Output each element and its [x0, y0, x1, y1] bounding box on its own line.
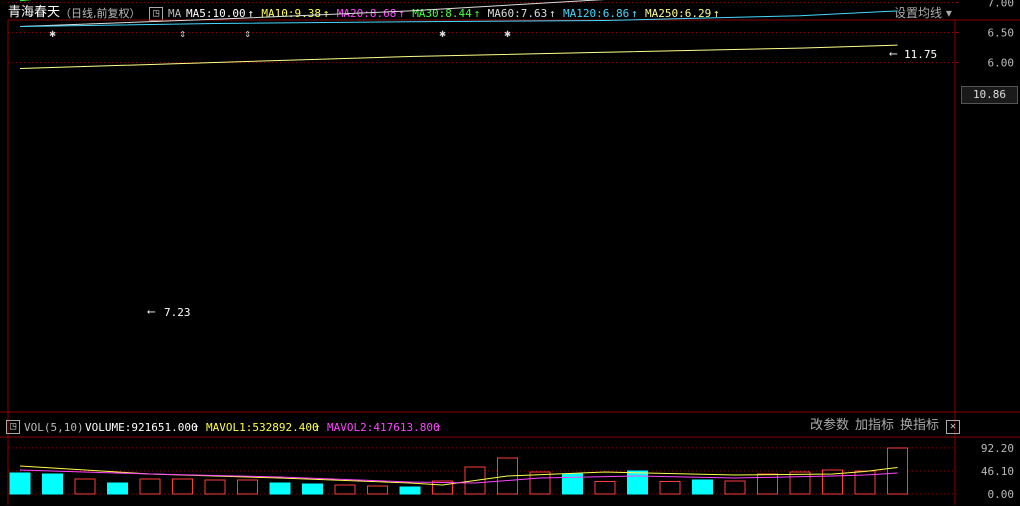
volume-bar — [692, 479, 713, 495]
mavol2-up-icon: ↑ — [435, 421, 442, 434]
volume-settings-icon[interactable]: ◳ — [6, 420, 20, 434]
volume-bar — [724, 480, 746, 495]
volume-bar — [204, 479, 226, 495]
volume-bar — [172, 478, 193, 495]
event-marker-icon: ✱ — [49, 27, 56, 40]
price-axis: 11.5011.0010.5010.009.509.008.508.007.50… — [955, 0, 1014, 70]
price-tick-label: 6.50 — [988, 27, 1015, 40]
price-tick-label: 7.00 — [988, 0, 1015, 10]
ma-line-ma250 — [19, 44, 898, 69]
event-marker-icon: ✱ — [504, 27, 511, 40]
low-arrow-icon: ⟵ — [148, 305, 155, 318]
volume-bar — [887, 447, 908, 495]
event-markers: ✱ ⇕ ⇕ ✱ ✱ — [49, 27, 511, 40]
volume-up-icon: ↑ — [193, 421, 200, 434]
ma-line-ma30 — [19, 0, 32, 2]
volume-bar — [139, 478, 161, 495]
high-arrow-icon: ⟵ — [890, 47, 897, 60]
volume-bar — [789, 471, 811, 495]
volume-tick-label: 0.00 — [988, 488, 1015, 501]
mavol2-value: MAVOL2:417613.800 — [327, 421, 440, 434]
ma-lines — [19, 0, 898, 69]
change-params-button[interactable]: 改参数 — [810, 419, 849, 433]
volume-bar — [627, 470, 648, 495]
volume-bar — [594, 481, 616, 495]
volume-bar — [107, 482, 128, 495]
event-marker-icon: ⇕ — [244, 27, 251, 40]
volume-bar — [74, 478, 96, 495]
volume-bar — [269, 482, 291, 495]
volume-axis: 92.20 46.10 0.00 — [981, 442, 1014, 501]
switch-indicator-button[interactable]: 换指标 — [900, 419, 939, 433]
volume-indicator[interactable]: VOL(5,10) — [24, 421, 84, 435]
volume-header: ◳ VOL(5,10) VOLUME:921651.000 ↑ MAVOL1:5… — [0, 418, 1020, 436]
volume-bar — [334, 484, 356, 495]
price-tick-label: 6.00 — [988, 57, 1015, 70]
mavol1-value: MAVOL1:532892.400 — [206, 421, 319, 434]
volume-bar — [42, 473, 63, 495]
volume-bar — [302, 483, 323, 495]
close-icon[interactable]: ✕ — [946, 420, 960, 434]
volume-bar — [399, 486, 421, 495]
volume-bar — [9, 472, 31, 495]
volume-bar — [367, 485, 388, 495]
event-marker-icon: ⇕ — [179, 27, 186, 40]
event-marker-icon: ✱ — [439, 27, 446, 40]
volume-value: VOLUME:921651.000 — [85, 421, 198, 434]
add-indicator-button[interactable]: 加指标 — [855, 419, 894, 433]
mavol1-up-icon: ↑ — [314, 421, 321, 434]
ma-line-ma60 — [19, 0, 606, 27]
ma-line-ma120 — [19, 10, 898, 27]
volume-tick-label: 92.20 — [981, 442, 1014, 455]
volume-bar — [237, 479, 258, 495]
low-price-label: 7.23 — [164, 306, 191, 319]
current-price-box: 10.86 — [961, 86, 1018, 104]
volume-bar — [659, 481, 681, 495]
high-price-label: 11.75 — [904, 48, 938, 61]
volume-tick-label: 46.10 — [981, 465, 1014, 478]
